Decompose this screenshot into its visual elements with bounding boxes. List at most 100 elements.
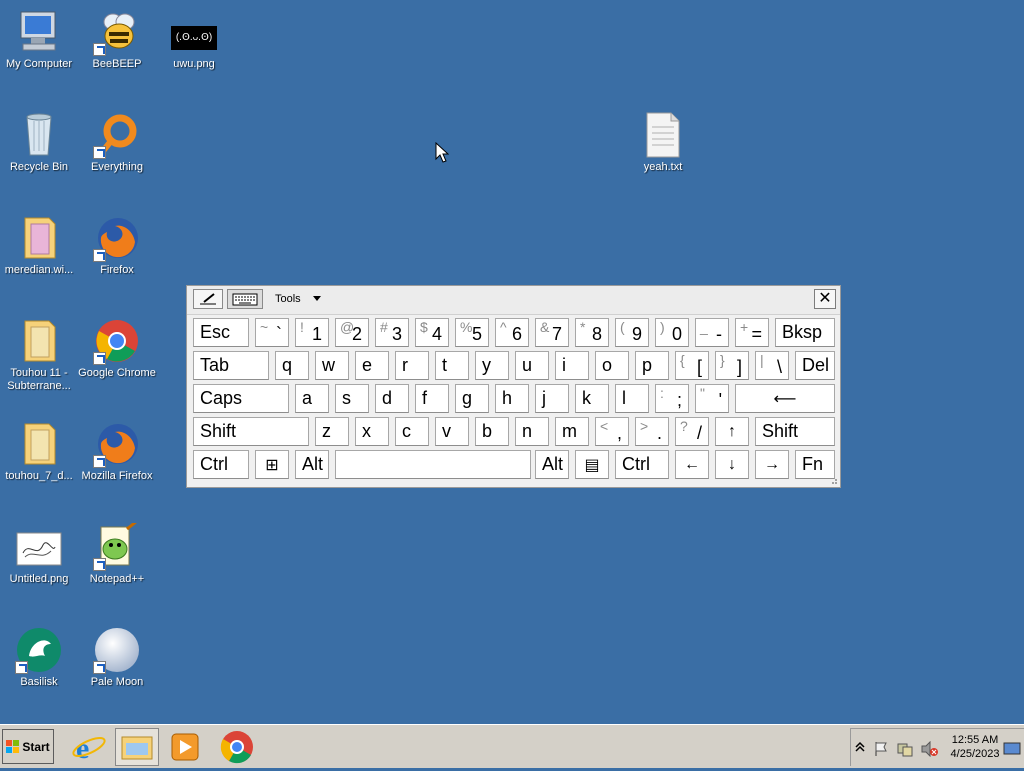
- key-shift[interactable]: Shift: [755, 417, 835, 446]
- show-desktop-icon[interactable]: [1003, 741, 1021, 757]
- key-alt[interactable]: Alt: [295, 450, 329, 479]
- key-6[interactable]: ^ 6: [495, 318, 529, 347]
- network-icon[interactable]: [897, 741, 913, 757]
- key-[interactable]: >.: [635, 417, 669, 446]
- action-center-flag-icon[interactable]: [873, 741, 889, 757]
- desktop-icon-pale-moon[interactable]: Pale Moon: [78, 626, 156, 689]
- key-f[interactable]: f: [415, 384, 449, 413]
- desktop-icon-untitled-png[interactable]: Untitled.png: [0, 523, 78, 586]
- key-1[interactable]: ! 1: [295, 318, 329, 347]
- desktop-icon-uwu-png[interactable]: (.Ꙩ.ᴗ.Ꙩ) uwu.png: [155, 8, 233, 71]
- key-[interactable]: ←: [675, 450, 709, 479]
- key-l[interactable]: l: [615, 384, 649, 413]
- key-x[interactable]: x: [355, 417, 389, 446]
- desktop-icon-firefox[interactable]: Firefox: [78, 214, 156, 277]
- chevron-down-icon[interactable]: [313, 296, 321, 301]
- desktop-icon-mozilla-firefox[interactable]: Mozilla Firefox: [78, 420, 156, 483]
- desktop-icon-beebeep[interactable]: BeeBEEP: [78, 8, 156, 71]
- taskbar-file-explorer[interactable]: [115, 728, 159, 766]
- key-2[interactable]: @2: [335, 318, 369, 347]
- key-9[interactable]: (9: [615, 318, 649, 347]
- key-v[interactable]: v: [435, 417, 469, 446]
- key-alt[interactable]: Alt: [535, 450, 569, 479]
- key-space[interactable]: [335, 450, 531, 479]
- key-esc[interactable]: Esc: [193, 318, 249, 347]
- key-[interactable]: | \: [755, 351, 789, 380]
- key-a[interactable]: a: [295, 384, 329, 413]
- key-o[interactable]: o: [595, 351, 629, 380]
- system-clock[interactable]: 12:55 AM 4/25/2023: [945, 733, 1005, 761]
- handwriting-mode-button[interactable]: [193, 289, 223, 309]
- desktop-icon-meredian-folder[interactable]: meredian.wi...: [0, 214, 78, 277]
- key-g[interactable]: g: [455, 384, 489, 413]
- key-ctrl[interactable]: Ctrl: [193, 450, 249, 479]
- key-0[interactable]: ) 0: [655, 318, 689, 347]
- key-8[interactable]: * 8: [575, 318, 609, 347]
- close-button[interactable]: ✕: [814, 289, 836, 309]
- key-[interactable]: + =: [735, 318, 769, 347]
- key-ctrl[interactable]: Ctrl: [615, 450, 669, 479]
- key-[interactable]: ⊞: [255, 450, 289, 479]
- taskbar-google-chrome[interactable]: [218, 728, 256, 766]
- key-[interactable]: <,: [595, 417, 629, 446]
- key-n[interactable]: n: [515, 417, 549, 446]
- key-u[interactable]: u: [515, 351, 549, 380]
- desktop-icon-my-computer[interactable]: My Computer: [0, 8, 78, 71]
- key-s[interactable]: s: [335, 384, 369, 413]
- key-b[interactable]: b: [475, 417, 509, 446]
- desktop-icon-recycle-bin[interactable]: Recycle Bin: [0, 111, 78, 174]
- volume-muted-icon[interactable]: [921, 741, 939, 757]
- desktop-icon-notepad-plus-plus[interactable]: Notepad++: [78, 519, 156, 586]
- desktop-icon-google-chrome[interactable]: Google Chrome: [78, 317, 156, 380]
- keyboard-mode-button[interactable]: [227, 289, 263, 309]
- key-label: 3: [391, 324, 402, 344]
- key-7[interactable]: & 7: [535, 318, 569, 347]
- key-t[interactable]: t: [435, 351, 469, 380]
- key-q[interactable]: q: [275, 351, 309, 380]
- taskbar-media-player[interactable]: [166, 728, 204, 766]
- key-[interactable]: ▤: [575, 450, 609, 479]
- key-e[interactable]: e: [355, 351, 389, 380]
- key-y[interactable]: y: [475, 351, 509, 380]
- key-h[interactable]: h: [495, 384, 529, 413]
- key-tab[interactable]: Tab: [193, 351, 269, 380]
- desktop-icon-everything[interactable]: Everything: [78, 111, 156, 174]
- key-shift[interactable]: Shift: [193, 417, 309, 446]
- key-[interactable]: }]: [715, 351, 749, 380]
- key-[interactable]: ? /: [675, 417, 709, 446]
- key-[interactable]: →: [755, 450, 789, 479]
- key-[interactable]: {[: [675, 351, 709, 380]
- key-w[interactable]: w: [315, 351, 349, 380]
- show-hidden-icons-icon[interactable]: [855, 741, 865, 753]
- key-[interactable]: ↑: [715, 417, 749, 446]
- key-p[interactable]: p: [635, 351, 669, 380]
- desktop-icon-yeah-txt[interactable]: yeah.txt: [624, 111, 702, 174]
- key-d[interactable]: d: [375, 384, 409, 413]
- key-m[interactable]: m: [555, 417, 589, 446]
- key-z[interactable]: z: [315, 417, 349, 446]
- desktop-icon-touhou-11-folder[interactable]: Touhou 11 - Subterrane...: [0, 317, 78, 393]
- taskbar-internet-explorer[interactable]: e: [70, 728, 108, 766]
- key-i[interactable]: i: [555, 351, 589, 380]
- key-4[interactable]: $4: [415, 318, 449, 347]
- start-button[interactable]: Start: [2, 729, 54, 764]
- key-r[interactable]: r: [395, 351, 429, 380]
- tools-menu[interactable]: Tools: [275, 293, 301, 305]
- key-[interactable]: " ': [695, 384, 729, 413]
- resize-grip-icon[interactable]: [828, 475, 838, 485]
- key-5[interactable]: % 5: [455, 318, 489, 347]
- desktop-icon-basilisk[interactable]: Basilisk: [0, 626, 78, 689]
- key-[interactable]: ↓: [715, 450, 749, 479]
- key-bksp[interactable]: Bksp: [775, 318, 835, 347]
- key-j[interactable]: j: [535, 384, 569, 413]
- key-3[interactable]: #3: [375, 318, 409, 347]
- key-[interactable]: ⟵: [735, 384, 835, 413]
- key-del[interactable]: Del: [795, 351, 835, 380]
- key-c[interactable]: c: [395, 417, 429, 446]
- desktop-icon-touhou-7-folder[interactable]: touhou_7_d...: [0, 420, 78, 483]
- key-[interactable]: :;: [655, 384, 689, 413]
- key-[interactable]: _ -: [695, 318, 729, 347]
- key-[interactable]: ~ `: [255, 318, 289, 347]
- key-caps[interactable]: Caps: [193, 384, 289, 413]
- key-k[interactable]: k: [575, 384, 609, 413]
